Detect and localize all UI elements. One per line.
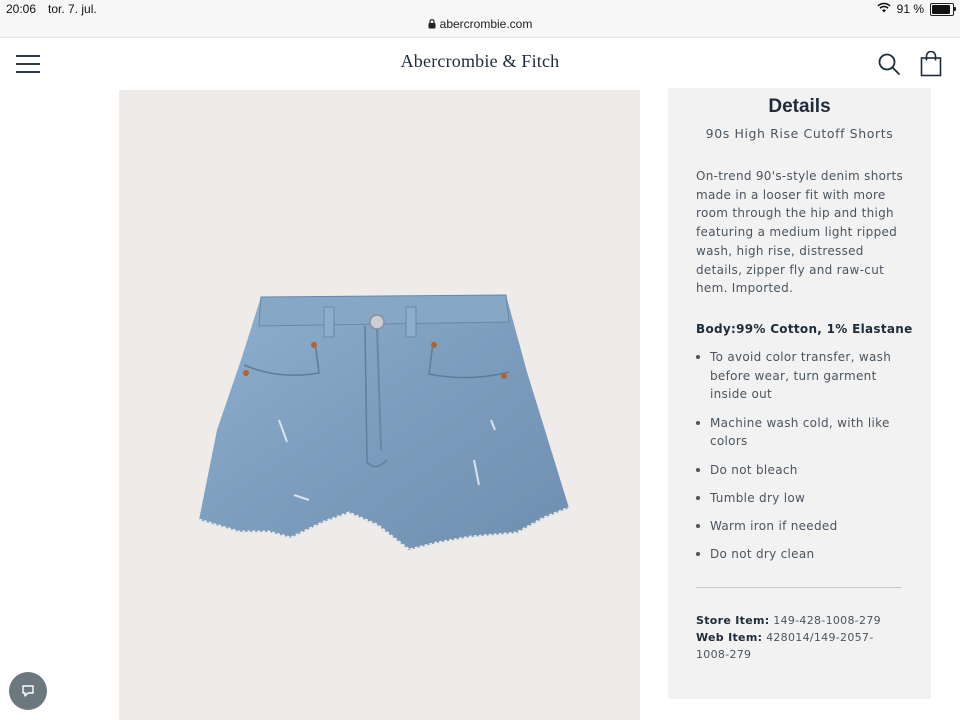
- care-instructions-list: To avoid color transfer, wash before wea…: [696, 348, 911, 573]
- status-time: 20:06: [6, 2, 37, 16]
- product-details-panel: Details 90s High Rise Cutoff Shorts On-t…: [668, 88, 931, 699]
- chat-bubble-icon: [22, 685, 34, 697]
- denim-shorts-illustration: [198, 294, 570, 552]
- care-text: To avoid color transfer, wash before wea…: [710, 350, 892, 402]
- list-item: Warm iron if needed: [696, 517, 911, 536]
- status-right: 91 %: [877, 2, 956, 16]
- product-name: 90s High Rise Cutoff Shorts: [705, 126, 894, 141]
- web-item-row: Web Item: 428014/149-2057-1008-279: [696, 629, 906, 663]
- web-item-label: Web Item:: [696, 631, 763, 644]
- care-text: Machine wash cold, with like colors: [710, 415, 890, 449]
- item-numbers: Store Item: 149-428-1008-279 Web Item: 4…: [696, 612, 906, 663]
- site-header: Abercrombie & Fitch: [0, 38, 960, 90]
- brand-logo[interactable]: Abercrombie & Fitch: [0, 51, 960, 72]
- bullet-icon: [696, 552, 700, 557]
- store-item-label: Store Item:: [696, 614, 770, 627]
- list-item: Do not dry clean: [696, 545, 911, 564]
- store-item-row: Store Item: 149-428-1008-279: [696, 612, 906, 629]
- list-item: Do not bleach: [696, 461, 911, 480]
- wifi-icon: [877, 2, 891, 16]
- battery-percent: 91 %: [896, 2, 924, 16]
- care-text: Warm iron if needed: [710, 518, 838, 533]
- bullet-icon: [696, 495, 700, 500]
- divider: [696, 587, 902, 588]
- lock-icon: [428, 18, 436, 32]
- care-text: Tumble dry low: [710, 490, 806, 505]
- care-text: Do not bleach: [710, 462, 798, 477]
- details-heading: Details: [768, 96, 831, 117]
- ios-status-bar: 20:06 tor. 7. jul. abercrombie.com 91 %: [0, 0, 960, 38]
- search-icon[interactable]: [877, 52, 901, 76]
- fabric-composition: Body:99% Cotton, 1% Elastane: [696, 322, 913, 336]
- bullet-icon: [696, 467, 700, 472]
- shopping-bag-icon[interactable]: [920, 50, 942, 77]
- bullet-icon: [696, 355, 700, 359]
- bullet-icon: [696, 523, 700, 528]
- address-bar-url: abercrombie.com: [439, 17, 533, 31]
- status-date: tor. 7. jul.: [48, 2, 97, 16]
- product-image[interactable]: [119, 90, 640, 720]
- product-description: On-trend 90's-style denim shorts made in…: [696, 169, 904, 296]
- list-item: Tumble dry low: [696, 489, 911, 508]
- chat-button[interactable]: [9, 672, 47, 710]
- battery-icon: [930, 2, 956, 16]
- store-item-value: 149-428-1008-279: [773, 614, 881, 627]
- list-item: Machine wash cold, with like colors: [696, 414, 911, 451]
- care-text: Do not dry clean: [710, 547, 815, 562]
- list-item: To avoid color transfer, wash before wea…: [696, 348, 911, 404]
- address-bar[interactable]: abercrombie.com: [0, 17, 960, 32]
- bullet-icon: [696, 420, 700, 425]
